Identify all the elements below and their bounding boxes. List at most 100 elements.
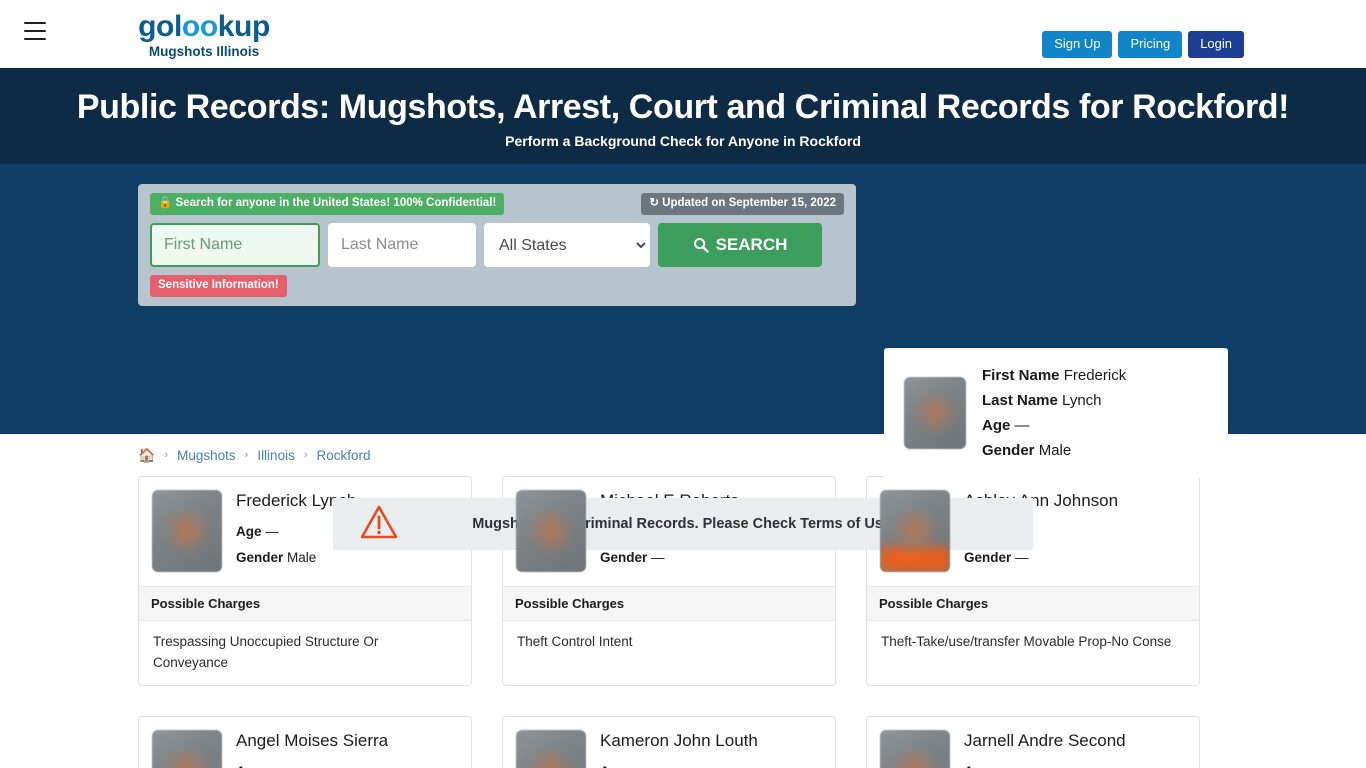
- search-button-label: SEARCH: [715, 235, 788, 254]
- pricing-button[interactable]: Pricing: [1118, 31, 1183, 58]
- age-label: Age: [600, 764, 626, 768]
- results-section: 🏠 › Mugshots › Illinois › Rockford Frede…: [0, 434, 1366, 768]
- logo-eye-icon: oo: [181, 10, 218, 43]
- person-gender: Gender —: [600, 547, 739, 568]
- gender-label: Gender: [964, 550, 1012, 565]
- home-icon[interactable]: 🏠: [138, 447, 155, 464]
- summary-row-age: Age —: [982, 413, 1126, 438]
- mugshot-card-header: Angel Moises Sierra Age: [139, 717, 471, 768]
- summary-detail-list: First Name Frederick Last Name Lynch Age…: [982, 363, 1126, 463]
- page-subtitle: Perform a Background Check for Anyone in…: [505, 133, 861, 149]
- summary-label-last-name: Last Name: [982, 392, 1058, 409]
- sign-up-button[interactable]: Sign Up: [1042, 31, 1113, 58]
- sensitive-information-badge: Sensitive Information!: [150, 275, 287, 297]
- summary-row-gender: Gender Male: [982, 438, 1126, 463]
- possible-charges-text: Theft-Take/use/transfer Movable Prop-No …: [881, 634, 1172, 649]
- updated-badge-label: Updated on September 15, 2022: [662, 197, 836, 209]
- hamburger-line: [24, 38, 46, 40]
- mugshot-card-header: Ashley Ann Johnson Age 28 Gender —: [867, 477, 1199, 586]
- confidential-badge: 🔒 Search for anyone in the United States…: [150, 193, 505, 215]
- summary-label-age: Age: [982, 417, 1011, 434]
- person-summary-card[interactable]: First Name Frederick Last Name Lynch Age…: [884, 348, 1228, 478]
- age-label: Age: [964, 764, 990, 768]
- breadcrumb-separator: ›: [303, 449, 308, 461]
- summary-value-last-name: Lynch: [1062, 392, 1102, 409]
- person-age: Age: [600, 761, 758, 768]
- mugshot-card[interactable]: Ashley Ann Johnson Age 28 Gender — Possi…: [866, 476, 1200, 686]
- mugshot-card-info: Angel Moises Sierra Age: [236, 730, 388, 768]
- mugshot-card-header: Kameron John Louth Age: [503, 717, 835, 768]
- last-name-input[interactable]: [328, 223, 476, 267]
- possible-charges-header: Possible Charges: [867, 586, 1199, 621]
- mugshot-card[interactable]: Jarnell Andre Second Age: [866, 716, 1200, 768]
- search-form-row: All States SEARCH: [150, 223, 844, 267]
- person-gender: Gender —: [964, 547, 1118, 568]
- person-name[interactable]: Jarnell Andre Second: [964, 730, 1126, 752]
- logo-subtitle: Mugshots Illinois: [148, 44, 260, 59]
- mugshot-thumbnail: [152, 490, 222, 572]
- breadcrumb-item-illinois[interactable]: Illinois: [257, 448, 295, 463]
- mugshot-thumbnail: [880, 730, 950, 768]
- mugshot-card-info: Kameron John Louth Age: [600, 730, 758, 768]
- age-label: Age: [236, 764, 262, 768]
- logo-text-part-2: kup: [217, 10, 271, 43]
- possible-charges-header: Possible Charges: [503, 586, 835, 621]
- gender-value: Male: [287, 550, 317, 565]
- person-gender: Gender Male: [236, 547, 356, 568]
- lock-icon: 🔒: [158, 197, 173, 209]
- search-button[interactable]: SEARCH: [658, 223, 822, 267]
- gender-label: Gender: [600, 550, 648, 565]
- login-button[interactable]: Login: [1188, 31, 1244, 58]
- gender-value: —: [1015, 550, 1029, 565]
- breadcrumb-item-rockford[interactable]: Rockford: [317, 448, 371, 463]
- summary-value-age: —: [1014, 417, 1030, 434]
- person-age: Age: [236, 761, 388, 768]
- mugshot-card[interactable]: Kameron John Louth Age: [502, 716, 836, 768]
- magnifier-icon: [693, 238, 709, 253]
- page-title: Public Records: Mugshots, Arrest, Court …: [76, 88, 1290, 126]
- refresh-icon: ↻: [649, 197, 659, 209]
- mugshot-thumbnail: [516, 490, 586, 572]
- summary-avatar: [904, 377, 966, 449]
- person-name[interactable]: Angel Moises Sierra: [236, 730, 388, 752]
- hamburger-menu-icon[interactable]: [24, 22, 46, 40]
- summary-value-first-name: Frederick: [1063, 367, 1127, 384]
- header-nav-buttons: Sign Up Pricing Login: [1042, 31, 1244, 58]
- possible-charges-header: Possible Charges: [139, 586, 471, 621]
- logo-text-part-1: gol: [138, 10, 182, 43]
- hamburger-line: [24, 30, 46, 32]
- gender-value: —: [651, 550, 665, 565]
- summary-row-last-name: Last Name Lynch: [982, 388, 1126, 413]
- mugshot-thumbnail: [516, 730, 586, 768]
- first-name-input[interactable]: [150, 223, 320, 267]
- person-age: Age: [964, 761, 1126, 768]
- search-form-panel: 🔒 Search for anyone in the United States…: [138, 184, 856, 306]
- updated-badge: ↻ Updated on September 15, 2022: [641, 193, 844, 215]
- gender-label: Gender: [236, 550, 284, 565]
- mugshot-card-info: Jarnell Andre Second Age: [964, 730, 1126, 768]
- hero-banner: Public Records: Mugshots, Arrest, Court …: [0, 68, 1366, 164]
- logo-wordmark: golookup: [138, 11, 270, 43]
- confidential-badge-label: Search for anyone in the United States! …: [175, 197, 497, 209]
- warning-triangle-icon: [359, 504, 401, 545]
- age-value: —: [265, 524, 279, 539]
- mugshot-card[interactable]: Angel Moises Sierra Age: [138, 716, 472, 768]
- mugshot-thumbnail: [880, 490, 950, 572]
- possible-charges-text: Theft Control Intent: [517, 634, 633, 649]
- breadcrumb-separator: ›: [244, 449, 249, 461]
- mugshot-card-header: Jarnell Andre Second Age: [867, 717, 1199, 768]
- state-select[interactable]: All States: [484, 223, 650, 267]
- search-section: 🔒 Search for anyone in the United States…: [0, 164, 1366, 550]
- person-name[interactable]: Kameron John Louth: [600, 730, 758, 752]
- site-logo[interactable]: golookup Mugshots Illinois: [138, 11, 270, 60]
- mugshot-thumbnail: [152, 730, 222, 768]
- breadcrumb-separator: ›: [164, 449, 169, 461]
- breadcrumb-item-mugshots[interactable]: Mugshots: [177, 448, 236, 463]
- summary-row-first-name: First Name Frederick: [982, 363, 1126, 388]
- summary-label-gender: Gender: [982, 442, 1035, 459]
- search-badges-row: 🔒 Search for anyone in the United States…: [150, 193, 844, 215]
- top-header-bar: golookup Mugshots Illinois Sign Up Prici…: [0, 0, 1366, 68]
- age-label: Age: [236, 524, 262, 539]
- summary-value-gender: Male: [1038, 442, 1072, 459]
- hamburger-line: [24, 22, 46, 24]
